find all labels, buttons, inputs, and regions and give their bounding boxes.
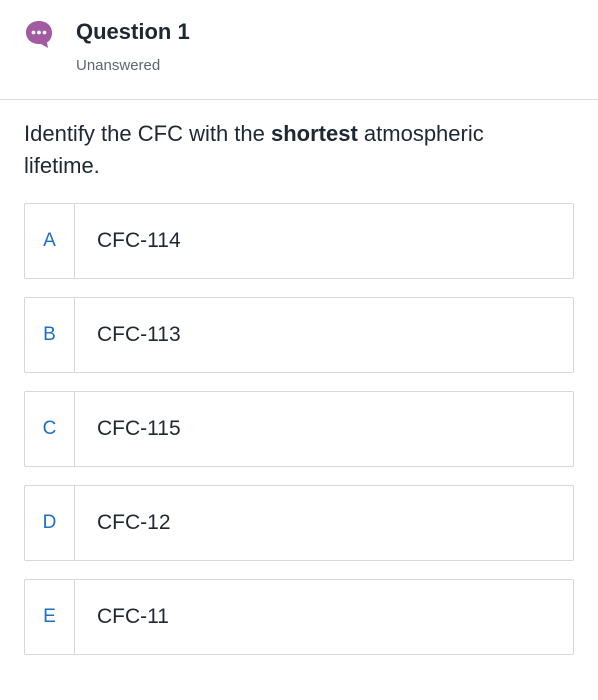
option-letter: E (25, 580, 75, 654)
question-prompt: Identify the CFC with the shortest atmos… (24, 118, 544, 182)
option-label: CFC-113 (97, 323, 181, 346)
option-label: CFC-12 (97, 511, 171, 534)
question-title: Question 1 (76, 19, 190, 44)
question-text-start: Identify the CFC with the (24, 121, 271, 146)
option-c[interactable]: C CFC-115 (24, 391, 574, 467)
question-header: Question 1 Unanswered (0, 0, 598, 100)
option-a[interactable]: A CFC-114 (24, 203, 574, 279)
answer-options: A CFC-114 B CFC-113 C CFC-115 D CFC-12 E… (24, 203, 574, 673)
option-label: CFC-114 (97, 229, 181, 252)
option-label: CFC-11 (97, 605, 169, 628)
option-e[interactable]: E CFC-11 (24, 579, 574, 655)
question-status: Unanswered (76, 57, 161, 74)
option-b[interactable]: B CFC-113 (24, 297, 574, 373)
option-d[interactable]: D CFC-12 (24, 485, 574, 561)
option-letter: A (25, 204, 75, 278)
question-text-emphasis: shortest (271, 121, 358, 146)
option-letter: C (25, 392, 75, 466)
option-label: CFC-115 (97, 417, 181, 440)
chat-bubble-ellipsis-icon (26, 21, 52, 48)
option-letter: D (25, 486, 75, 560)
option-letter: B (25, 298, 75, 372)
